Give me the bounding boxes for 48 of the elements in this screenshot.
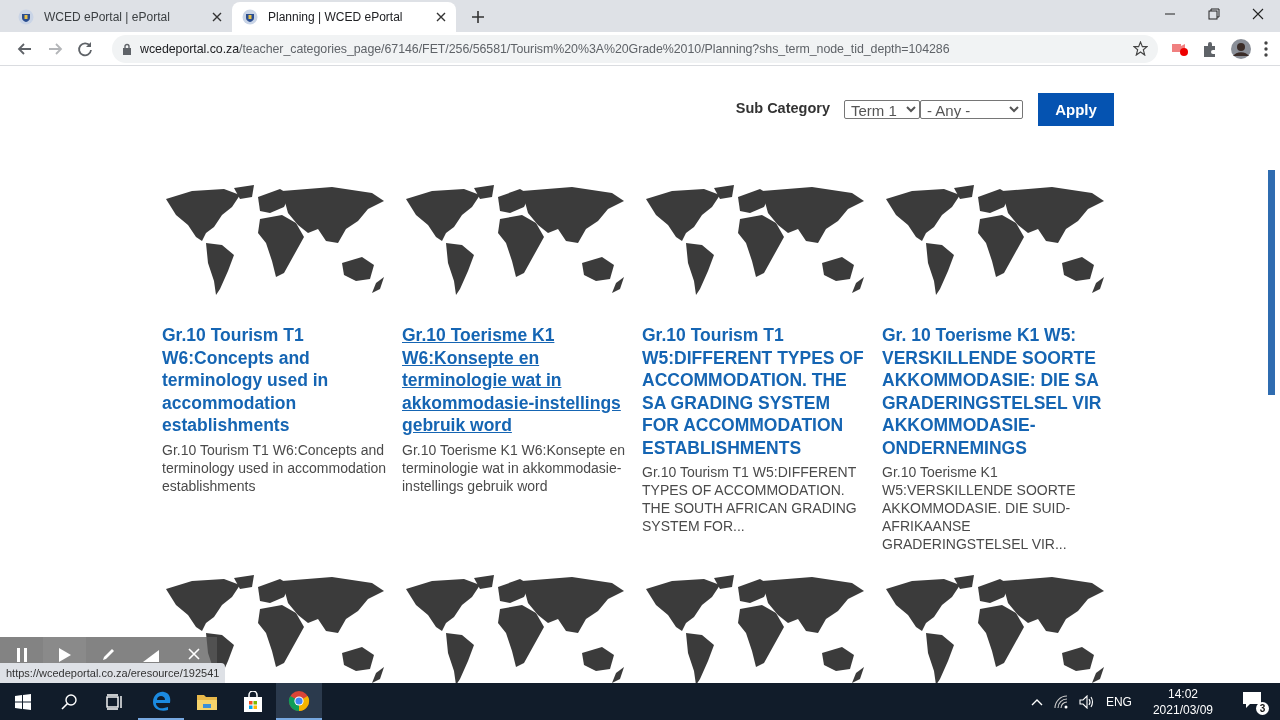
speaker-icon[interactable]: [1078, 694, 1095, 709]
resource-summary: Gr.10 Toerisme K1 W6:Konsepte en terminologie wat in akkommodasie-instellings gebruik word: [402, 440, 627, 495]
resource-summary: Gr.10 Toerisme K1 W5:VERSKILLENDE SOORTE AKKOMMODASIE. DIE SUID-AFRIKAANSE GRADERINGSTELSEL VIR...: [882, 463, 1077, 553]
play-icon[interactable]: [58, 648, 71, 662]
resource-summary: Gr.10 Tourism T1 W6:Concepts and terminology used in accommodation establishments: [162, 440, 388, 495]
resource-title-link[interactable]: Gr.10 Toerisme K1 W6:Konsepte en terminologie wat in akkommodasie-instellings gebruik word: [402, 324, 628, 437]
resource-title-link[interactable]: Gr. 10 Toerisme K1 W5: VERSKILLENDE SOORTE AKKOMMODASIE: DIE SA GRADERINGSTELSEL VIR AKKOMMODASIE-ONDERNEMINGS: [882, 324, 1108, 459]
apply-button[interactable]: Apply: [1038, 93, 1114, 126]
shopping-bag-icon[interactable]: [243, 690, 263, 713]
resource-title-link[interactable]: Gr.10 Tourism T1 W5:DIFFERENT TYPES OF ACCOMMODATION. THE SA GRADING SYSTEM FOR ACCOMMODATION ESTABLISHMENTS: [642, 324, 868, 459]
restore-icon[interactable]: [1208, 8, 1220, 20]
lock-icon: [122, 42, 132, 55]
pause-icon[interactable]: [15, 648, 28, 662]
sub-category-label: Sub Category: [735, 100, 830, 116]
sub-category-dropdown[interactable]: - Any -: [920, 100, 1023, 119]
scrollbar-thumb[interactable]: [1268, 170, 1275, 395]
notification-count: 3: [1256, 701, 1269, 715]
star-icon[interactable]: [1133, 41, 1148, 56]
plus-icon: [471, 10, 485, 24]
language-indicator[interactable]: ENG: [1105, 694, 1132, 709]
url-text: wcedeportal.co.za/teacher_categories_page/67146/FET/256/56581/Tourism%20%3A%20Grade%2010/Planning?shs_term_node_tid_depth=104286: [140, 41, 951, 56]
notification-button[interactable]: 3: [1242, 690, 1266, 713]
clock-time: 14:02: [1167, 685, 1198, 702]
notification-icon: [1242, 690, 1262, 709]
chrome-icon[interactable]: [288, 689, 310, 712]
wifi-icon[interactable]: [1053, 694, 1068, 709]
windows-start-icon[interactable]: [15, 693, 31, 710]
avatar-icon[interactable]: [1230, 37, 1252, 60]
resource-summary: Gr.10 Tourism T1 W5:DIFFERENT TYPES OF ACCOMMODATION. THE SOUTH AFRICAN GRADING SYSTEM FOR...: [642, 463, 858, 535]
address-bar[interactable]: wcedeportal.co.za/teacher_categories_page/67146/FET/256/56581/Tourism%20%3A%20Grade%2010/Planning?shs_term_node_tid_depth=104286: [112, 34, 1158, 63]
close-icon[interactable]: [1252, 8, 1264, 20]
menu-icon[interactable]: [1262, 38, 1270, 59]
browser-tab[interactable]: WCED ePortal | ePortal: [8, 2, 232, 32]
crest-icon: [242, 9, 258, 25]
taskbar-app-button[interactable]: [276, 683, 322, 720]
clock[interactable]: 14:02 2021/03/09: [1152, 685, 1213, 718]
status-url: https://wcedeportal.co.za/eresource/192541: [0, 663, 226, 683]
edge-icon[interactable]: [150, 689, 172, 712]
resource-title-link[interactable]: Gr.10 Tourism T1 W6:Concepts and terminology used in accommodation establishments: [162, 324, 388, 437]
clock-date: 2021/03/09: [1152, 701, 1213, 718]
close-icon[interactable]: [436, 12, 446, 22]
task-view-icon[interactable]: [106, 693, 124, 710]
crest-icon: [18, 9, 34, 25]
chevron-up-icon[interactable]: [1030, 697, 1043, 706]
search-icon[interactable]: [61, 693, 77, 710]
browser-tab[interactable]: Planning | WCED ePortal: [232, 2, 456, 32]
close-icon[interactable]: [212, 12, 222, 22]
sub-category-dropdown[interactable]: Term 1: [844, 100, 920, 119]
